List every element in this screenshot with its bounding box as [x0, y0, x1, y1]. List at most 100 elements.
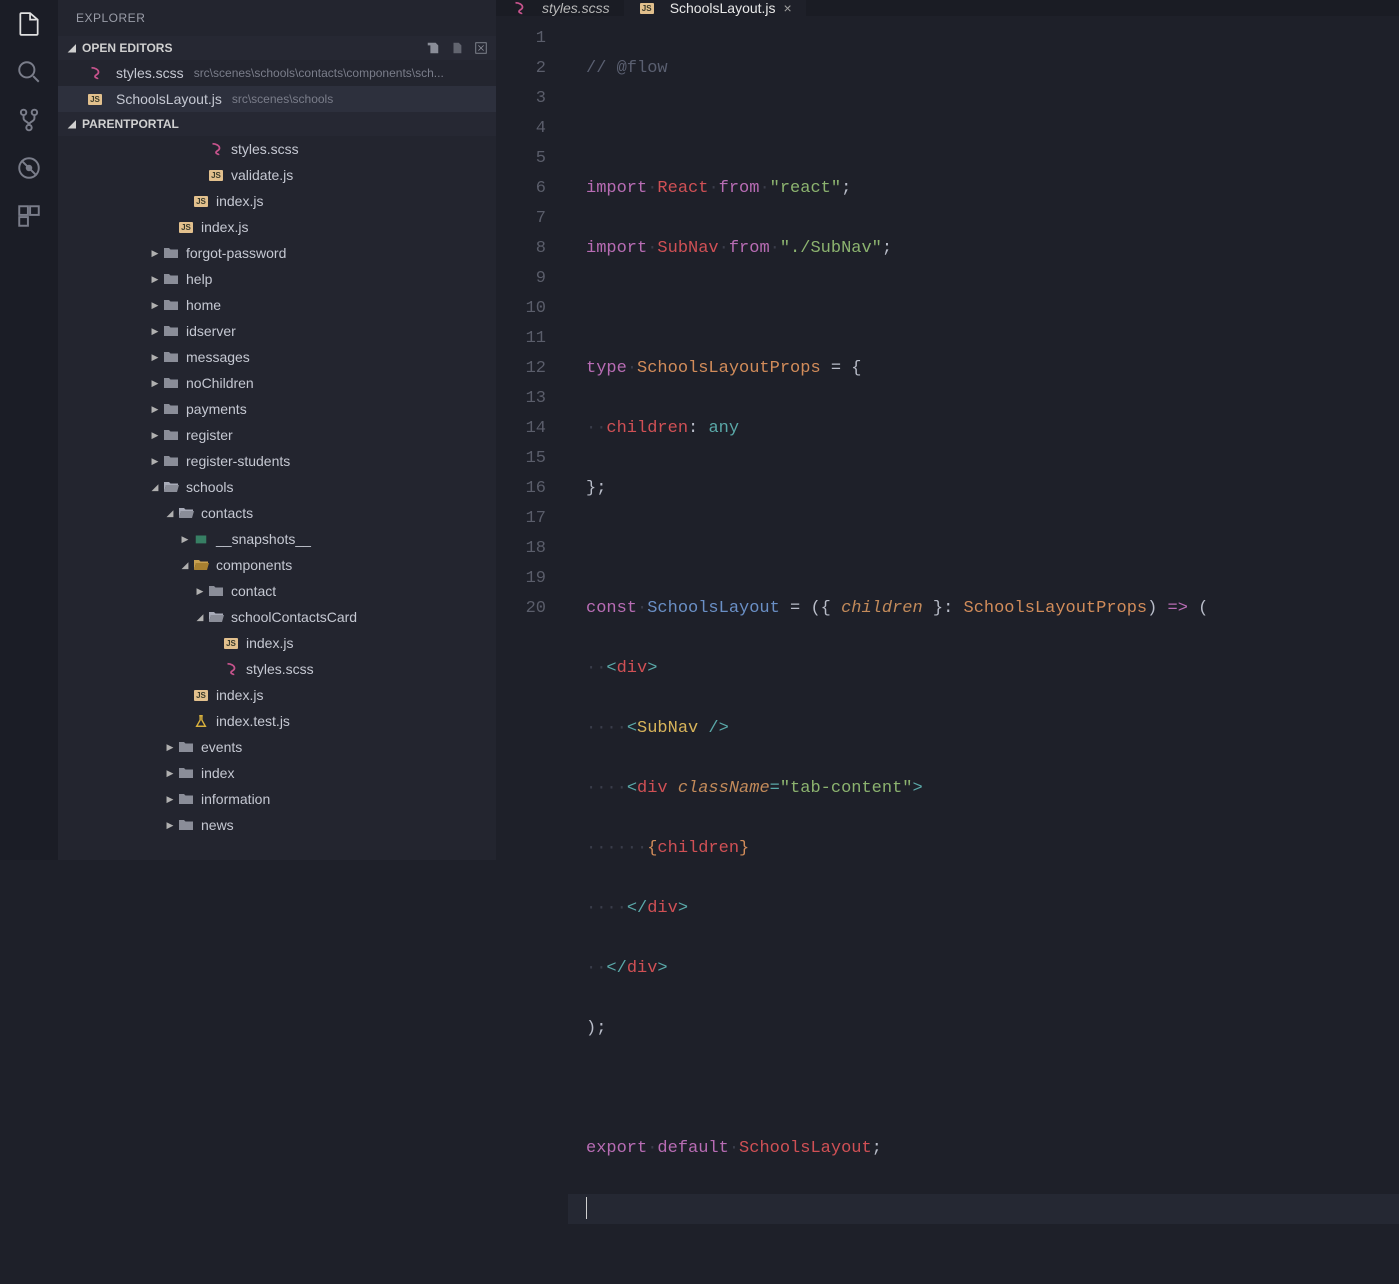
tree-item[interactable]: ▶forgot-password [58, 240, 496, 266]
file-icon: JS [177, 222, 195, 233]
chevron-right-icon: ▶ [148, 378, 162, 389]
tree-item[interactable]: ▶payments [58, 396, 496, 422]
tree-item[interactable]: JSindex.js [58, 682, 496, 708]
code-token: < [627, 779, 637, 798]
tree-item[interactable]: ▶contact [58, 578, 496, 604]
code-token: from [719, 179, 760, 198]
tree-item-label: index [201, 765, 234, 781]
chevron-right-icon: ▶ [148, 326, 162, 337]
folder-icon [177, 766, 195, 780]
tree-item[interactable]: ◢components [58, 552, 496, 578]
open-editors-label: OPEN EDITORS [82, 41, 172, 55]
folder-icon [177, 506, 195, 520]
tree-item[interactable]: JSvalidate.js [58, 162, 496, 188]
line-number: 20 [496, 594, 546, 624]
code-token: const [586, 599, 637, 618]
editor-tab[interactable]: JS SchoolsLayout.js × [624, 0, 806, 16]
code-token: ; [882, 239, 892, 258]
code-editor[interactable]: 1234567891011121314151617181920 // @flow… [496, 16, 1399, 1284]
tree-item[interactable]: JSindex.js [58, 188, 496, 214]
project-header[interactable]: ◢ PARENTPORTAL [58, 112, 496, 136]
code-token: > [912, 779, 922, 798]
code-token: children [657, 839, 739, 858]
folder-icon [162, 454, 180, 468]
tree-item[interactable]: index.test.js [58, 708, 496, 734]
file-icon: JS [222, 638, 240, 649]
file-icon: JS [192, 196, 210, 207]
tree-item[interactable]: JSindex.js [58, 630, 496, 656]
editor-file-name: SchoolsLayout.js [116, 91, 222, 107]
tree-item[interactable]: ◢schools [58, 474, 496, 500]
code-token: ·· [586, 659, 606, 678]
project-label: PARENTPORTAL [82, 117, 179, 131]
code-token: }: [923, 599, 964, 618]
explorer-icon[interactable] [15, 10, 43, 38]
chevron-right-icon: ▶ [148, 248, 162, 259]
file-icon: JS [192, 690, 210, 701]
close-all-icon[interactable] [474, 41, 488, 55]
folder-icon [162, 402, 180, 416]
folder-icon [162, 350, 180, 364]
tree-item[interactable]: JSindex.js [58, 214, 496, 240]
line-number: 8 [496, 234, 546, 264]
chevron-right-icon: ▶ [148, 300, 162, 311]
tree-item[interactable]: ◢schoolContactsCard [58, 604, 496, 630]
code-token: "./SubNav" [780, 239, 882, 258]
search-icon[interactable] [15, 58, 43, 86]
line-number: 19 [496, 564, 546, 594]
code-token: < [606, 659, 616, 678]
editor-area: styles.scssJSSchoolsLayout.js× 123456789… [496, 0, 1399, 860]
code-token: type [586, 359, 627, 378]
code-token: div [627, 959, 658, 978]
tree-item[interactable]: ▶register [58, 422, 496, 448]
line-number: 9 [496, 264, 546, 294]
folder-icon [162, 246, 180, 260]
tree-item[interactable]: styles.scss [58, 136, 496, 162]
code-token: ···· [586, 779, 627, 798]
line-number: 7 [496, 204, 546, 234]
save-all-icon[interactable] [426, 41, 440, 55]
tree-item[interactable]: ▶help [58, 266, 496, 292]
code-content[interactable]: // @flow import·React·from·"react"; impo… [568, 24, 1399, 1284]
tree-item[interactable]: ▶register-students [58, 448, 496, 474]
sidebar-title: EXPLORER [58, 0, 496, 36]
editor-tab[interactable]: styles.scss [496, 0, 624, 16]
debug-icon[interactable] [15, 154, 43, 182]
tree-item[interactable]: ▶messages [58, 344, 496, 370]
extensions-icon[interactable] [15, 202, 43, 230]
file-icon [192, 532, 210, 546]
line-number: 3 [496, 84, 546, 114]
code-token: SchoolsLayoutProps [637, 359, 821, 378]
chevron-right-icon: ▶ [163, 768, 177, 779]
code-token: ( [1188, 599, 1208, 618]
code-token: </ [606, 959, 626, 978]
tree-item[interactable]: ▶noChildren [58, 370, 496, 396]
file-icon: JS [638, 3, 656, 14]
tree-item[interactable]: ◢contacts [58, 500, 496, 526]
chevron-right-icon: ▶ [148, 352, 162, 363]
tree-item[interactable]: ▶home [58, 292, 496, 318]
open-editors-header[interactable]: ◢ OPEN EDITORS [58, 36, 496, 60]
new-file-icon[interactable] [450, 41, 464, 55]
line-number: 10 [496, 294, 546, 324]
code-token: children [606, 419, 688, 438]
tree-item[interactable]: styles.scss [58, 656, 496, 682]
open-editor-item[interactable]: JSSchoolsLayout.jssrc\scenes\schools [58, 86, 496, 112]
line-number: 12 [496, 354, 546, 384]
code-token [668, 779, 678, 798]
source-control-icon[interactable] [15, 106, 43, 134]
tree-item[interactable]: ▶events [58, 734, 496, 760]
chevron-right-icon: ▶ [148, 456, 162, 467]
tab-label: SchoolsLayout.js [670, 0, 776, 16]
tree-item[interactable]: ▶ index [58, 760, 496, 786]
open-editor-item[interactable]: styles.scsssrc\scenes\schools\contacts\c… [58, 60, 496, 86]
tree-item[interactable]: ▶idserver [58, 318, 496, 344]
tree-item-label: __snapshots__ [216, 531, 311, 547]
chevron-down-icon: ◢ [148, 482, 162, 493]
tree-item[interactable]: ▶news [58, 812, 496, 838]
tree-item[interactable]: ▶__snapshots__ [58, 526, 496, 552]
code-token: }; [586, 479, 606, 498]
close-icon[interactable]: × [784, 0, 792, 16]
tree-item-label: help [186, 271, 212, 287]
tree-item[interactable]: ▶information [58, 786, 496, 812]
